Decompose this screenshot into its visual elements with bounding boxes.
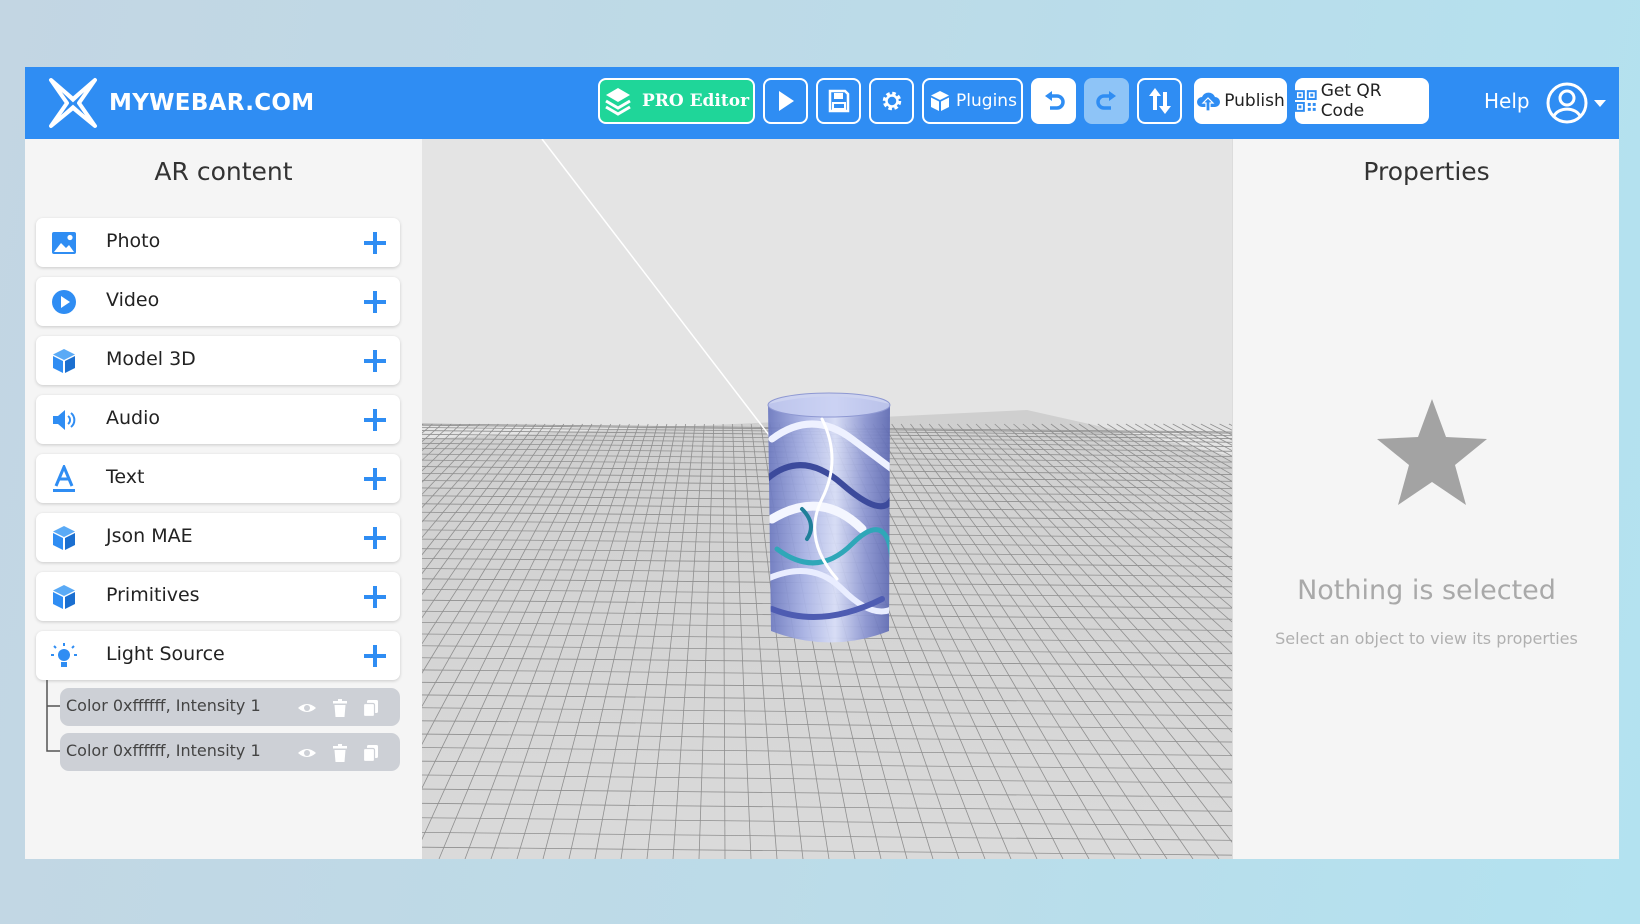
- reorder-button[interactable]: [1137, 78, 1182, 124]
- ar-item-primitives[interactable]: Primitives: [36, 572, 400, 621]
- ar-item-label: Photo: [106, 230, 161, 252]
- save-button[interactable]: [816, 78, 861, 124]
- publish-button[interactable]: Publish: [1194, 78, 1287, 124]
- redo-icon: [1095, 91, 1116, 110]
- pro-editor-label: PRO Editor: [641, 91, 750, 111]
- user-icon: [1546, 82, 1588, 124]
- ar-content-panel: AR content Photo Video Model 3D Audio Te…: [25, 139, 423, 859]
- ar-item-label: Light Source: [106, 643, 225, 665]
- ar-item-label: Primitives: [106, 584, 200, 606]
- light-source-child-label: Color 0xffffff, Intensity 1: [66, 741, 261, 760]
- video-play-icon: [52, 290, 76, 314]
- caret-down-icon: [1594, 100, 1606, 107]
- logo[interactable]: MYWEBAR.COM: [45, 75, 314, 131]
- add-icon[interactable]: [362, 348, 388, 374]
- eye-icon[interactable]: [297, 743, 317, 763]
- cloud-upload-icon: [1197, 92, 1221, 112]
- settings-button[interactable]: [869, 78, 914, 124]
- cube-icon: [53, 526, 75, 550]
- layers-icon: [605, 88, 631, 116]
- add-icon[interactable]: [362, 466, 388, 492]
- app-window: MYWEBAR.COM PRO Editor Plugins Publish G…: [25, 67, 1619, 859]
- ar-item-photo[interactable]: Photo: [36, 218, 400, 267]
- ar-item-light-source[interactable]: Light Source: [36, 631, 400, 680]
- play-button[interactable]: [763, 78, 808, 124]
- properties-panel: Properties Nothing is selected Select an…: [1232, 139, 1619, 859]
- duplicate-icon[interactable]: [361, 743, 381, 763]
- light-direction-line: [541, 139, 773, 440]
- gear-icon: [882, 91, 901, 111]
- pro-editor-button[interactable]: PRO Editor: [598, 78, 755, 124]
- add-icon[interactable]: [362, 643, 388, 669]
- logo-icon: [49, 78, 97, 128]
- top-bar: MYWEBAR.COM PRO Editor Plugins Publish G…: [25, 67, 1619, 139]
- scene-viewport[interactable]: [422, 139, 1236, 859]
- ar-item-text[interactable]: Text: [36, 454, 400, 503]
- plugins-label: Plugins: [956, 91, 1017, 111]
- speaker-icon: [53, 410, 76, 430]
- ar-item-model-3d[interactable]: Model 3D: [36, 336, 400, 385]
- light-source-child[interactable]: Color 0xffffff, Intensity 1: [60, 688, 400, 726]
- cube-icon: [53, 585, 75, 609]
- panel-title: AR content: [154, 157, 293, 186]
- add-icon[interactable]: [362, 230, 388, 256]
- cube-icon: [53, 349, 75, 373]
- light-source-child[interactable]: Color 0xffffff, Intensity 1: [60, 733, 400, 771]
- plugins-icon: [931, 91, 950, 111]
- add-icon[interactable]: [362, 407, 388, 433]
- empty-state-hint: Select an object to view its properties: [1275, 629, 1578, 648]
- add-icon[interactable]: [362, 525, 388, 551]
- textured-cylinder: [767, 392, 891, 643]
- qr-code-icon: [1295, 90, 1317, 112]
- undo-button[interactable]: [1031, 78, 1076, 124]
- photo-icon: [52, 232, 76, 254]
- trash-icon[interactable]: [330, 743, 350, 763]
- ar-item-label: Json MAE: [106, 525, 193, 547]
- ar-item-label: Model 3D: [106, 348, 196, 370]
- sort-arrows-icon: [1148, 88, 1171, 114]
- eye-icon[interactable]: [297, 698, 317, 718]
- lightbulb-icon: [51, 643, 77, 667]
- ar-item-json-mae[interactable]: Json MAE: [36, 513, 400, 562]
- user-menu[interactable]: [1545, 81, 1609, 125]
- logo-text: MYWEBAR.COM: [109, 90, 315, 116]
- redo-button[interactable]: [1084, 78, 1129, 124]
- plugins-button[interactable]: Plugins: [922, 78, 1023, 124]
- ar-item-video[interactable]: Video: [36, 277, 400, 326]
- ar-item-audio[interactable]: Audio: [36, 395, 400, 444]
- duplicate-icon[interactable]: [361, 698, 381, 718]
- add-icon[interactable]: [362, 289, 388, 315]
- get-qr-code-button[interactable]: Get QR Code: [1295, 78, 1429, 124]
- text-a-icon: [53, 465, 75, 492]
- star-icon: [1377, 399, 1487, 505]
- panel-title: Properties: [1363, 157, 1490, 186]
- light-source-child-label: Color 0xffffff, Intensity 1: [66, 696, 261, 715]
- ar-item-label: Audio: [106, 407, 161, 429]
- empty-state-title: Nothing is selected: [1297, 575, 1556, 606]
- add-icon[interactable]: [362, 584, 388, 610]
- ar-item-label: Video: [106, 289, 160, 311]
- trash-icon[interactable]: [330, 698, 350, 718]
- get-qr-code-label: Get QR Code: [1320, 81, 1382, 121]
- save-icon: [828, 89, 849, 113]
- scene-canvas[interactable]: [422, 139, 1236, 859]
- help-link[interactable]: Help: [1484, 89, 1530, 113]
- undo-icon: [1044, 91, 1065, 110]
- ar-item-label: Text: [106, 466, 145, 488]
- publish-label: Publish: [1224, 91, 1285, 111]
- play-icon: [778, 91, 794, 111]
